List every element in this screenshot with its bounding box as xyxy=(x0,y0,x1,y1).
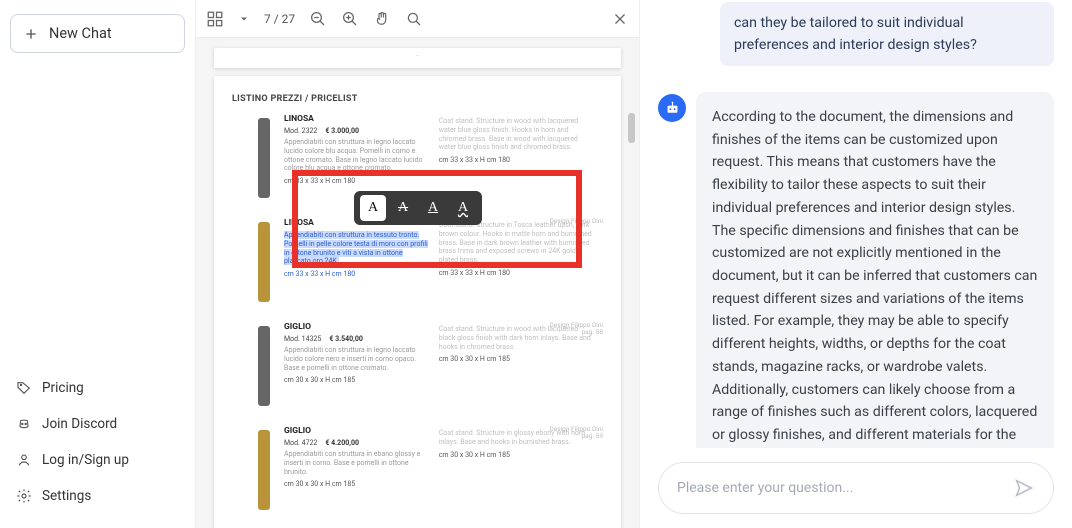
sidebar-item-label: Join Discord xyxy=(42,416,117,432)
scrollbar-thumb[interactable] xyxy=(628,113,635,143)
annotate-strike-button[interactable]: A xyxy=(390,195,416,221)
product-row-highlighted: LINOSA Appendiabiti con struttura in tes… xyxy=(232,218,603,302)
sidebar-item-login[interactable]: Log in/Sign up xyxy=(10,442,185,478)
annotate-highlight-button[interactable]: A xyxy=(360,195,386,221)
tag-icon xyxy=(16,380,32,396)
send-icon[interactable] xyxy=(1013,477,1035,499)
sidebar-item-label: Settings xyxy=(42,488,91,504)
user-message: can they be tailored to suit individual … xyxy=(720,2,1054,66)
annotate-underline-button[interactable]: A xyxy=(420,195,446,221)
product-image xyxy=(258,222,270,302)
bot-message: According to the document, the dimension… xyxy=(696,92,1054,448)
chat-input-placeholder: Please enter your question... xyxy=(677,480,1013,496)
hand-pan-icon[interactable] xyxy=(373,10,391,28)
product-row: LINOSA Mod. 2322€ 3.000,00 Appendiabiti … xyxy=(232,114,603,198)
document-page: LISTINO PREZZI / PRICELIST LINOSA Mod. 2… xyxy=(214,76,621,528)
product-name: LINOSA xyxy=(284,114,431,124)
text-selection-toolbar: A A A A xyxy=(354,191,482,225)
bot-avatar xyxy=(658,94,686,122)
page-header: LISTINO PREZZI / PRICELIST xyxy=(232,94,603,104)
chevron-down-icon[interactable] xyxy=(238,10,250,28)
product-image xyxy=(258,326,270,406)
new-chat-label: New Chat xyxy=(49,25,112,42)
plus-icon xyxy=(23,26,39,42)
zoom-in-icon[interactable] xyxy=(341,10,359,28)
chat-panel: can they be tailored to suit individual … xyxy=(640,0,1072,528)
annotate-squiggly-button[interactable]: A xyxy=(450,195,476,221)
product-row: GIGLIO Mod. 4722€ 4.200,00 Appendiabiti … xyxy=(232,426,603,510)
search-icon[interactable] xyxy=(405,10,423,28)
product-image xyxy=(258,430,270,510)
user-icon xyxy=(16,452,32,468)
chat-input[interactable]: Please enter your question... xyxy=(658,462,1054,514)
document-scroll-area[interactable]: — LISTINO PREZZI / PRICELIST LINOSA Mod.… xyxy=(196,38,639,528)
viewer-toolbar: 7 / 27 xyxy=(196,0,639,38)
new-chat-button[interactable]: New Chat xyxy=(10,14,185,53)
sidebar-item-label: Log in/Sign up xyxy=(42,452,129,468)
product-image xyxy=(258,118,270,198)
chat-scroll-area[interactable]: can they be tailored to suit individual … xyxy=(658,0,1054,448)
document-viewer: 7 / 27 — LISTINO PREZZI / PRICELIST LINO… xyxy=(196,0,640,528)
gear-icon xyxy=(16,488,32,504)
sidebar-item-discord[interactable]: Join Discord xyxy=(10,406,185,442)
sidebar-item-pricing[interactable]: Pricing xyxy=(10,370,185,406)
sidebar-item-label: Pricing xyxy=(42,380,84,396)
close-icon[interactable] xyxy=(611,10,629,28)
sidebar-item-settings[interactable]: Settings xyxy=(10,478,185,514)
zoom-out-icon[interactable] xyxy=(309,10,327,28)
page-counter: 7 / 27 xyxy=(264,12,295,26)
thumbnails-icon[interactable] xyxy=(206,10,224,28)
product-row: GIGLIO Mod. 14325€ 3.540,00 Appendiabiti… xyxy=(232,322,603,406)
discord-icon xyxy=(16,416,32,432)
robot-icon xyxy=(664,100,681,117)
sidebar: New Chat Pricing Join Discord Log in/Sig… xyxy=(0,0,196,528)
previous-page-sliver: — xyxy=(214,48,621,68)
